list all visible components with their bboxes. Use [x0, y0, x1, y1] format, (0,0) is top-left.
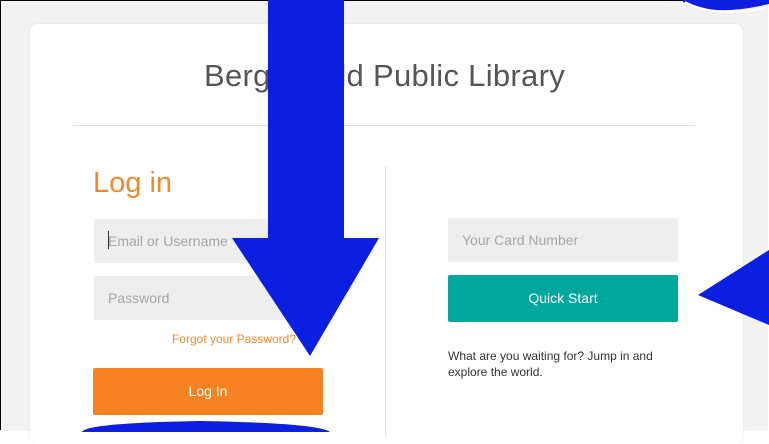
annotation-overlay [82, 0, 769, 432]
arrow-left-icon [698, 250, 769, 325]
ellipse-mark-bottom [82, 421, 330, 432]
arrow-down-icon [232, 0, 379, 356]
ellipse-mark-top-right [683, 0, 769, 11]
